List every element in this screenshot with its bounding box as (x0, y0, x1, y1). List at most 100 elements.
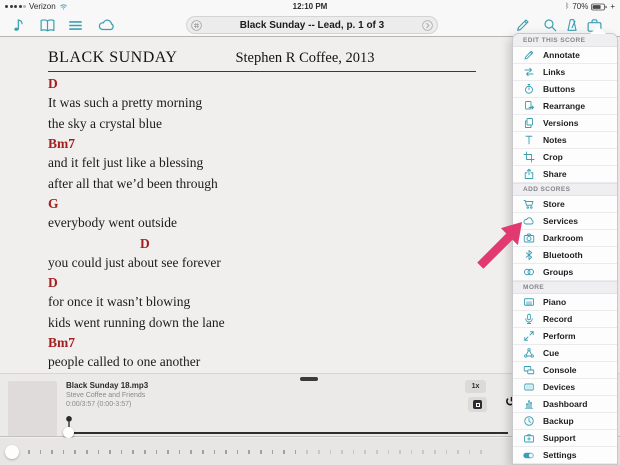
menu-section-header: MORE (513, 281, 617, 294)
menu-icon[interactable] (66, 16, 84, 34)
menu-item-label: Versions (543, 118, 578, 128)
page-tick (248, 450, 250, 454)
menu-item-versions[interactable]: Versions (513, 115, 617, 132)
menu-item-darkroom[interactable]: Darkroom (513, 230, 617, 247)
page-tick (260, 450, 262, 454)
menu-item-crop[interactable]: Crop (513, 149, 617, 166)
menu-item-share[interactable]: Share (513, 166, 617, 183)
menu-item-rearrange[interactable]: Rearrange (513, 98, 617, 115)
page-tick (376, 450, 378, 454)
page-tick (237, 450, 239, 454)
menu-item-console[interactable]: Console (513, 362, 617, 379)
menu-item-groups[interactable]: Groups (513, 264, 617, 281)
playback-speed-button[interactable]: 1x (465, 380, 486, 393)
text-icon (522, 134, 535, 147)
menu-item-label: Perform (543, 331, 576, 341)
page-tick (63, 450, 65, 454)
chord-line: Bm7 (48, 136, 476, 155)
note-icon[interactable] (10, 16, 28, 34)
signal-strength-icon (5, 5, 26, 8)
microphone-icon (522, 313, 535, 326)
piano-icon (522, 296, 535, 309)
menu-item-dashboard[interactable]: Dashboard (513, 396, 617, 413)
menu-item-label: Record (543, 314, 572, 324)
menu-item-label: Console (543, 365, 577, 375)
album-art[interactable] (8, 381, 57, 436)
perform-icon (522, 330, 535, 343)
page-tick (74, 450, 76, 454)
camera-icon (522, 232, 535, 245)
chevron-right-circle-icon[interactable] (421, 19, 434, 32)
page-tick (480, 450, 482, 454)
page-tick (40, 450, 42, 454)
menu-item-annotate[interactable]: Annotate (513, 47, 617, 64)
page-tick (98, 450, 100, 454)
versions-icon (522, 117, 535, 130)
title-bar[interactable]: Black Sunday -- Lead, p. 1 of 3 (186, 16, 438, 34)
menu-item-label: Piano (543, 297, 566, 307)
menu-item-buttons[interactable]: Buttons (513, 81, 617, 98)
menu-item-support[interactable]: Support (513, 430, 617, 447)
cloud-icon[interactable] (98, 16, 116, 34)
loop-region-button[interactable] (468, 397, 487, 412)
menu-item-label: Rearrange (543, 101, 585, 111)
menu-item-settings[interactable]: Settings (513, 447, 617, 464)
chord-line: D (48, 236, 476, 255)
metronome-icon[interactable] (563, 16, 581, 34)
menu-item-label: Links (543, 67, 565, 77)
pencil-icon (522, 49, 535, 62)
menu-item-perform[interactable]: Perform (513, 328, 617, 345)
menu-item-notes[interactable]: Notes (513, 132, 617, 149)
chord-line: Bm7 (48, 335, 476, 354)
seek-thumb[interactable] (63, 427, 74, 438)
grid-circle-icon[interactable] (190, 19, 203, 32)
lyric-line: and it felt just like a blessing (48, 155, 476, 176)
charging-indicator: + (610, 2, 615, 11)
menu-item-links[interactable]: Links (513, 64, 617, 81)
chord-line: G (48, 196, 476, 215)
menu-item-piano[interactable]: Piano (513, 294, 617, 311)
dashboard-icon (522, 398, 535, 411)
page-tick (457, 450, 459, 454)
status-bar: Verizon 12:10 PM ᛒ 70% + (0, 0, 620, 13)
book-icon[interactable] (38, 16, 56, 34)
menu-section-header: EDIT THIS SCORE (513, 34, 617, 47)
devices-icon (522, 381, 535, 394)
page-tick (341, 450, 343, 454)
pencil-icon[interactable] (514, 16, 532, 34)
page-tick (469, 450, 471, 454)
links-icon (522, 66, 535, 79)
menu-item-label: Share (543, 169, 567, 179)
page-tick (283, 450, 285, 454)
track-time: 0:00/3:57 (0:00-3:57) (66, 401, 148, 408)
page-tick (202, 450, 204, 454)
status-left: Verizon (5, 2, 68, 11)
wifi-icon (59, 2, 68, 11)
menu-item-label: Backup (543, 416, 574, 426)
scrubber-knob[interactable] (5, 445, 19, 459)
page-tick (411, 450, 413, 454)
seek-bar[interactable] (66, 432, 508, 434)
score-lines: DIt was such a pretty morningthe sky a c… (48, 76, 476, 375)
lyric-line: for once it wasn’t blowing (48, 294, 476, 315)
menu-item-record[interactable]: Record (513, 311, 617, 328)
menu-item-services[interactable]: Services (513, 213, 617, 230)
page-tick (28, 450, 30, 454)
page-tick (144, 450, 146, 454)
menu-item-label: Crop (543, 152, 563, 162)
menu-item-label: Bluetooth (543, 250, 583, 260)
tools-menu: EDIT THIS SCOREAnnotate Links Buttons Rearr… (512, 33, 618, 465)
menu-item-bluetooth[interactable]: Bluetooth (513, 247, 617, 264)
menu-item-cue[interactable]: Cue (513, 345, 617, 362)
menu-item-store[interactable]: Store (513, 196, 617, 213)
menu-item-devices[interactable]: Devices (513, 379, 617, 396)
page-tick (364, 450, 366, 454)
drag-handle[interactable] (300, 377, 318, 381)
menu-item-backup[interactable]: Backup (513, 413, 617, 430)
share-icon (522, 168, 535, 181)
search-icon[interactable] (541, 16, 559, 34)
track-info: Black Sunday 18.mp3 Steve Coffee and Fri… (66, 381, 148, 408)
menu-item-label: Cue (543, 348, 559, 358)
lyric-line: kids went running down the lane (48, 315, 476, 336)
page-tick (330, 450, 332, 454)
